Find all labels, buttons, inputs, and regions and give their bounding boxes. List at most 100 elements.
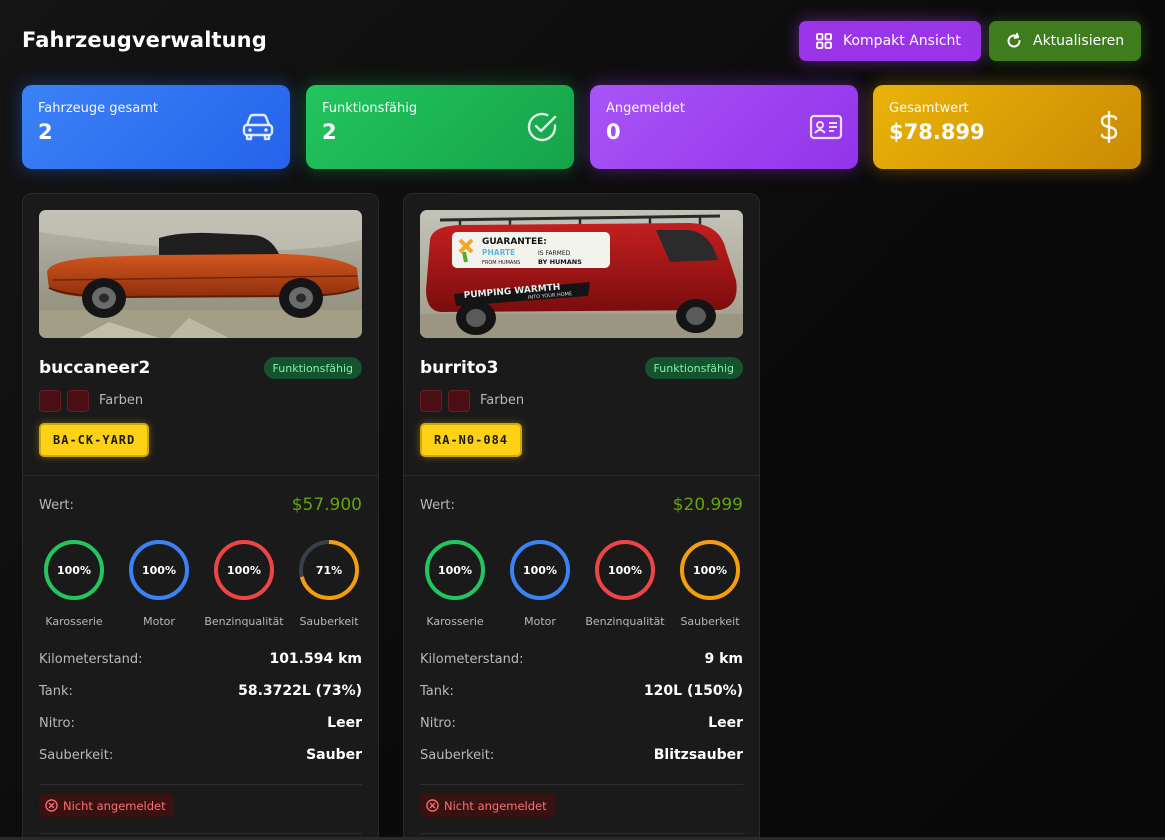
compact-view-label: Kompakt Ansicht — [843, 33, 961, 49]
engine-gauge: 100% — [126, 537, 192, 603]
engine-gauge: 100% — [507, 537, 573, 603]
secondary-color-swatch — [448, 390, 470, 412]
x-circle-icon — [45, 799, 58, 812]
mileage-label: Kilometerstand: — [39, 652, 143, 667]
page-title: Fahrzeugverwaltung — [22, 28, 267, 52]
stat-value: $78.899 — [889, 120, 985, 144]
check-circle-icon — [524, 109, 560, 145]
gauge-value: 100% — [57, 563, 91, 577]
vehicle-card[interactable]: GUARANTEE: PHARTE IS FARMED FROM HUMANS … — [403, 193, 760, 840]
van-text-guarantee: GUARANTEE: — [482, 237, 547, 247]
stat-total-vehicles: Fahrzeuge gesamt 2 — [22, 85, 290, 169]
colors-label: Farben — [99, 393, 144, 408]
primary-color-swatch — [420, 390, 442, 412]
x-circle-icon — [426, 799, 439, 812]
gauge-value: 71% — [315, 563, 343, 577]
divider — [420, 833, 743, 834]
nitro-value: Leer — [327, 715, 362, 731]
vehicle-name: burrito3 — [420, 358, 499, 378]
van-text-brand: PHARTE — [482, 248, 515, 257]
nitro-value: Leer — [708, 715, 743, 731]
value-label: Wert: — [420, 498, 455, 513]
gauge-label: Sauberkeit — [299, 615, 359, 628]
stat-value: 2 — [322, 120, 337, 144]
stat-label: Gesamtwert — [889, 101, 969, 116]
stat-value: 0 — [606, 120, 621, 144]
cleanliness-label: Sauberkeit: — [39, 748, 114, 763]
cleanliness-label: Sauberkeit: — [420, 748, 495, 763]
vehicle-image: GUARANTEE: PHARTE IS FARMED FROM HUMANS … — [420, 210, 743, 338]
mileage-value: 101.594 km — [269, 651, 362, 667]
divider — [23, 475, 378, 476]
nitro-label: Nitro: — [39, 716, 75, 731]
secondary-color-swatch — [67, 390, 89, 412]
refresh-button[interactable]: Aktualisieren — [989, 21, 1141, 61]
stat-functional: Funktionsfähig 2 — [306, 85, 574, 169]
cleanliness-value: Blitzsauber — [653, 747, 743, 763]
fuel-quality-gauge: 100% — [592, 537, 658, 603]
license-plate: BA-CK-YARD — [39, 423, 150, 457]
gauge-label: Sauberkeit — [680, 615, 740, 628]
registration-badge: Nicht angemeldet — [420, 794, 555, 817]
registration-text: Nicht angemeldet — [63, 798, 166, 813]
cleanliness-gauge: 100% — [677, 537, 743, 603]
gauge-value: 100% — [438, 563, 472, 577]
divider — [404, 475, 759, 476]
colors-label: Farben — [480, 393, 525, 408]
gauge-value: 100% — [608, 563, 642, 577]
value-amount: $57.900 — [291, 495, 362, 515]
gauge-label: Motor — [143, 615, 175, 628]
body-gauge: 100% — [41, 537, 107, 603]
stat-label: Angemeldet — [606, 101, 686, 116]
vehicle-card[interactable]: buccaneer2 Funktionsfähig Farben BA-CK-Y… — [22, 193, 379, 840]
divider — [39, 833, 362, 834]
mileage-value: 9 km — [704, 651, 743, 667]
van-text-from-humans: FROM HUMANS — [482, 260, 520, 266]
divider — [39, 784, 362, 785]
id-card-icon — [808, 109, 844, 145]
gauge-label: Karosserie — [45, 615, 103, 628]
gauge-value: 100% — [693, 563, 727, 577]
license-plate: RA-N0-084 — [420, 423, 523, 457]
van-text-farmed: IS FARMED — [538, 250, 571, 257]
cleanliness-value: Sauber — [306, 747, 362, 763]
dollar-icon — [1091, 109, 1127, 145]
mileage-label: Kilometerstand: — [420, 652, 524, 667]
divider — [420, 784, 743, 785]
gauge-label: Benzinqualität — [585, 615, 665, 628]
stat-label: Funktionsfähig — [322, 101, 418, 116]
tank-label: Tank: — [39, 684, 73, 699]
registration-badge: Nicht angemeldet — [39, 794, 174, 817]
status-badge: Funktionsfähig — [644, 357, 743, 379]
stat-value: 2 — [38, 120, 53, 144]
stat-label: Fahrzeuge gesamt — [38, 101, 159, 116]
tank-value: 58.3722L (73%) — [238, 683, 362, 699]
value-label: Wert: — [39, 498, 74, 513]
registration-text: Nicht angemeldet — [444, 798, 547, 813]
tank-value: 120L (150%) — [643, 683, 743, 699]
grid-icon — [815, 32, 833, 50]
gauge-value: 100% — [142, 563, 176, 577]
stat-registered: Angemeldet 0 — [590, 85, 858, 169]
refresh-label: Aktualisieren — [1033, 33, 1125, 49]
gauge-value: 100% — [227, 563, 261, 577]
vehicle-name: buccaneer2 — [39, 358, 151, 378]
value-amount: $20.999 — [672, 495, 743, 515]
gauge-label: Karosserie — [426, 615, 484, 628]
car-icon — [240, 109, 276, 145]
app-root: Fahrzeugverwaltung Kompakt Ansicht Aktua… — [0, 0, 1165, 840]
vehicle-image — [39, 210, 362, 338]
status-badge: Funktionsfähig — [263, 357, 362, 379]
fuel-quality-gauge: 100% — [211, 537, 277, 603]
refresh-icon — [1005, 32, 1023, 50]
nitro-label: Nitro: — [420, 716, 456, 731]
gauge-label: Motor — [524, 615, 556, 628]
compact-view-button[interactable]: Kompakt Ansicht — [799, 21, 981, 61]
body-gauge: 100% — [422, 537, 488, 603]
cleanliness-gauge: 71% — [296, 537, 362, 603]
primary-color-swatch — [39, 390, 61, 412]
gauge-label: Benzinqualität — [204, 615, 284, 628]
gauge-value: 100% — [523, 563, 557, 577]
van-text-by-humans: BY HUMANS — [538, 258, 582, 266]
tank-label: Tank: — [420, 684, 454, 699]
